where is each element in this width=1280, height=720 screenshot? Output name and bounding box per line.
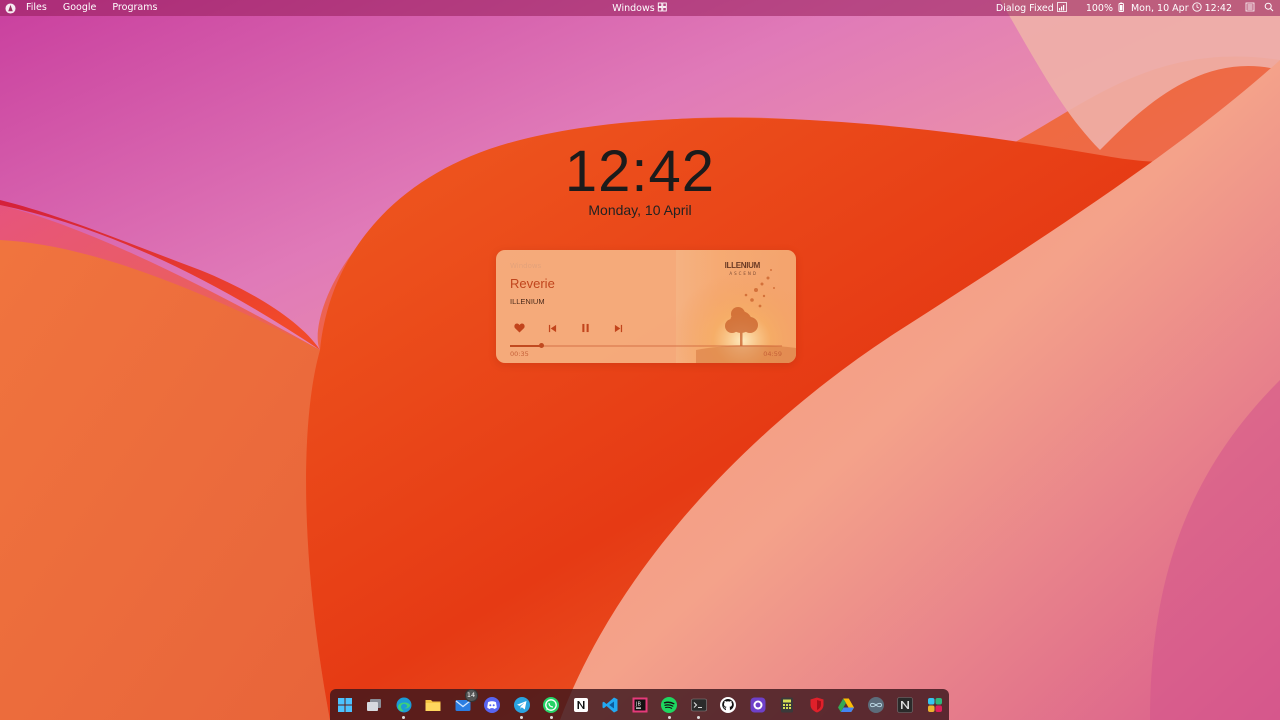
github-icon xyxy=(720,696,736,713)
time-label: 12:42 xyxy=(1204,2,1232,14)
dock-app-vscode[interactable] xyxy=(600,695,620,715)
options-icon[interactable] xyxy=(1245,2,1255,15)
display-mode-label: Dialog Fixed xyxy=(995,2,1054,14)
track-title: Reverie xyxy=(510,276,555,291)
progress-track[interactable] xyxy=(510,343,782,348)
like-button[interactable] xyxy=(512,321,526,335)
heart-icon xyxy=(513,323,525,333)
skip-forward-icon xyxy=(614,324,622,332)
menu-programs[interactable]: Programs xyxy=(104,0,165,16)
dock-app-edge[interactable] xyxy=(394,695,414,719)
album-brand: ILLENIUM xyxy=(724,261,761,270)
dock-app-task-view[interactable] xyxy=(364,695,384,715)
taskbar-dock: 14 JB xyxy=(330,688,949,720)
jetbrains-icon: JB xyxy=(632,697,647,712)
total-time: 04:59 xyxy=(763,350,782,358)
dock-app-mail[interactable]: 14 xyxy=(453,688,478,715)
dock-app-calculator[interactable] xyxy=(777,695,797,715)
shield-icon xyxy=(810,697,823,712)
media-player-widget[interactable]: ILLENIUM ASCEND Windows Reverie ILLENIUM… xyxy=(496,250,796,363)
system-logo-icon[interactable] xyxy=(4,2,16,14)
dock-app-discord[interactable] xyxy=(482,695,502,715)
dock-app-start-menu[interactable] xyxy=(335,695,355,715)
vscode-icon xyxy=(602,697,618,712)
arduino-icon xyxy=(867,696,884,713)
windows-logo-icon xyxy=(337,697,352,712)
clock-date: Monday, 10 April xyxy=(588,202,692,218)
pause-icon xyxy=(581,323,589,333)
signal-icon xyxy=(1056,1,1067,15)
whatsapp-icon xyxy=(543,696,559,713)
battery-label: 100% xyxy=(1085,2,1113,14)
running-indicator xyxy=(549,715,553,719)
dock-app-notion[interactable] xyxy=(571,695,591,715)
folder-icon xyxy=(425,699,441,711)
progress-handle[interactable] xyxy=(539,343,545,348)
notion-icon xyxy=(573,697,588,712)
dock-app-telegram[interactable] xyxy=(512,695,532,719)
svg-text:JB: JB xyxy=(635,701,641,707)
clock-time: 12:42 xyxy=(564,139,716,204)
running-indicator xyxy=(667,715,671,719)
album-brand-sub: ASCEND xyxy=(729,271,758,276)
dock-app-github-desktop[interactable] xyxy=(748,695,768,715)
drive-icon xyxy=(838,698,854,712)
search-icon[interactable] xyxy=(1264,2,1274,15)
grid-icon xyxy=(658,2,668,15)
pause-button[interactable] xyxy=(578,321,592,335)
dock-app-slack[interactable] xyxy=(925,695,945,715)
telegram-icon xyxy=(513,696,530,713)
display-mode-indicator[interactable]: Dialog Fixed xyxy=(995,1,1067,15)
slack-icon xyxy=(927,697,942,712)
battery-indicator[interactable]: 100% xyxy=(1086,2,1126,15)
dock-app-security[interactable] xyxy=(807,695,827,715)
window-title[interactable]: Windows xyxy=(612,2,668,15)
dock-app-terminal[interactable] xyxy=(689,695,709,719)
media-source: Windows xyxy=(510,262,542,270)
spotify-icon xyxy=(661,696,677,713)
dock-app-google-drive[interactable] xyxy=(836,695,856,715)
desktop-clock-widget: 12:42 Monday, 10 April xyxy=(0,139,1280,219)
task-view-icon xyxy=(367,698,381,711)
dock-app-notion-dark[interactable] xyxy=(895,695,915,715)
calculator-icon xyxy=(781,697,793,712)
date-label: Mon, 10 Apr xyxy=(1130,2,1189,14)
previous-button[interactable] xyxy=(545,321,559,335)
running-indicator xyxy=(402,715,405,719)
github-desktop-icon xyxy=(750,697,765,712)
dock-app-spotify[interactable] xyxy=(659,695,679,719)
top-menu-bar: Files Google Programs Windows Dialog Fix… xyxy=(0,0,1280,16)
window-title-label: Windows xyxy=(612,2,655,14)
notification-badge: 14 xyxy=(464,688,478,702)
menu-files[interactable]: Files xyxy=(18,0,55,16)
notion-n-icon xyxy=(897,696,913,713)
track-artist: ILLENIUM xyxy=(510,297,545,306)
dock-app-jetbrains[interactable]: JB xyxy=(630,695,650,715)
menu-google[interactable]: Google xyxy=(55,0,105,16)
edge-icon xyxy=(396,697,411,712)
skip-back-icon xyxy=(548,324,556,332)
elapsed-time: 00:35 xyxy=(510,350,529,358)
terminal-icon xyxy=(690,698,707,711)
datetime-indicator[interactable]: Mon, 10 Apr 12:42 xyxy=(1130,1,1232,15)
battery-icon xyxy=(1116,2,1126,15)
dock-app-file-explorer[interactable] xyxy=(423,695,443,715)
dock-app-github[interactable] xyxy=(718,695,738,715)
discord-icon xyxy=(484,696,500,713)
running-indicator xyxy=(697,715,700,719)
dock-app-whatsapp[interactable] xyxy=(541,695,561,719)
clock-icon xyxy=(1191,1,1202,15)
next-button[interactable] xyxy=(611,321,625,335)
dock-app-arduino[interactable] xyxy=(866,695,886,715)
progress-fill xyxy=(510,345,542,347)
running-indicator xyxy=(520,715,523,719)
